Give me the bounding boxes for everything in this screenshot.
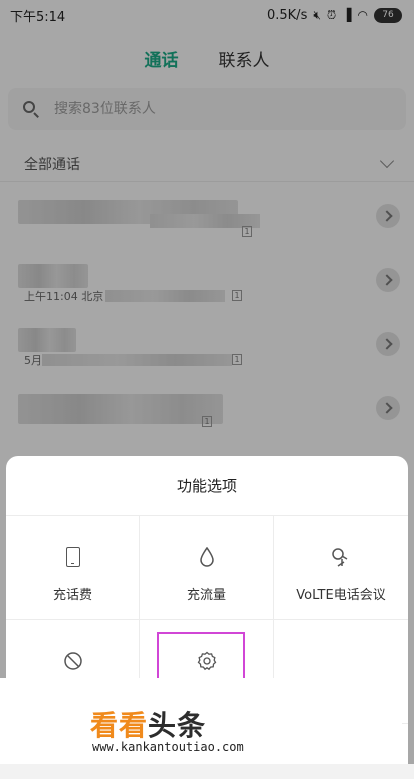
droplet-icon: [196, 546, 218, 568]
phone-icon: [62, 546, 84, 568]
watermark-banner: 看看头条 www.kankantoutiao.com: [0, 678, 402, 764]
watermark-logo: 看看头条: [90, 709, 207, 742]
bottom-strip: [0, 764, 414, 779]
option-label: 充话费: [52, 588, 92, 603]
option-label: VoLTE电话会议: [296, 588, 386, 603]
sheet-title: 功能选项: [6, 456, 408, 516]
block-icon: [62, 650, 84, 672]
option-recharge-data[interactable]: 充流量: [140, 516, 274, 620]
option-volte-conference[interactable]: VoLTE电话会议: [274, 516, 408, 620]
watermark-url: www.kankantoutiao.com: [92, 740, 244, 754]
conference-call-icon: [330, 546, 352, 568]
option-recharge-credit[interactable]: 充话费: [6, 516, 140, 620]
option-label: 充流量: [186, 588, 226, 603]
